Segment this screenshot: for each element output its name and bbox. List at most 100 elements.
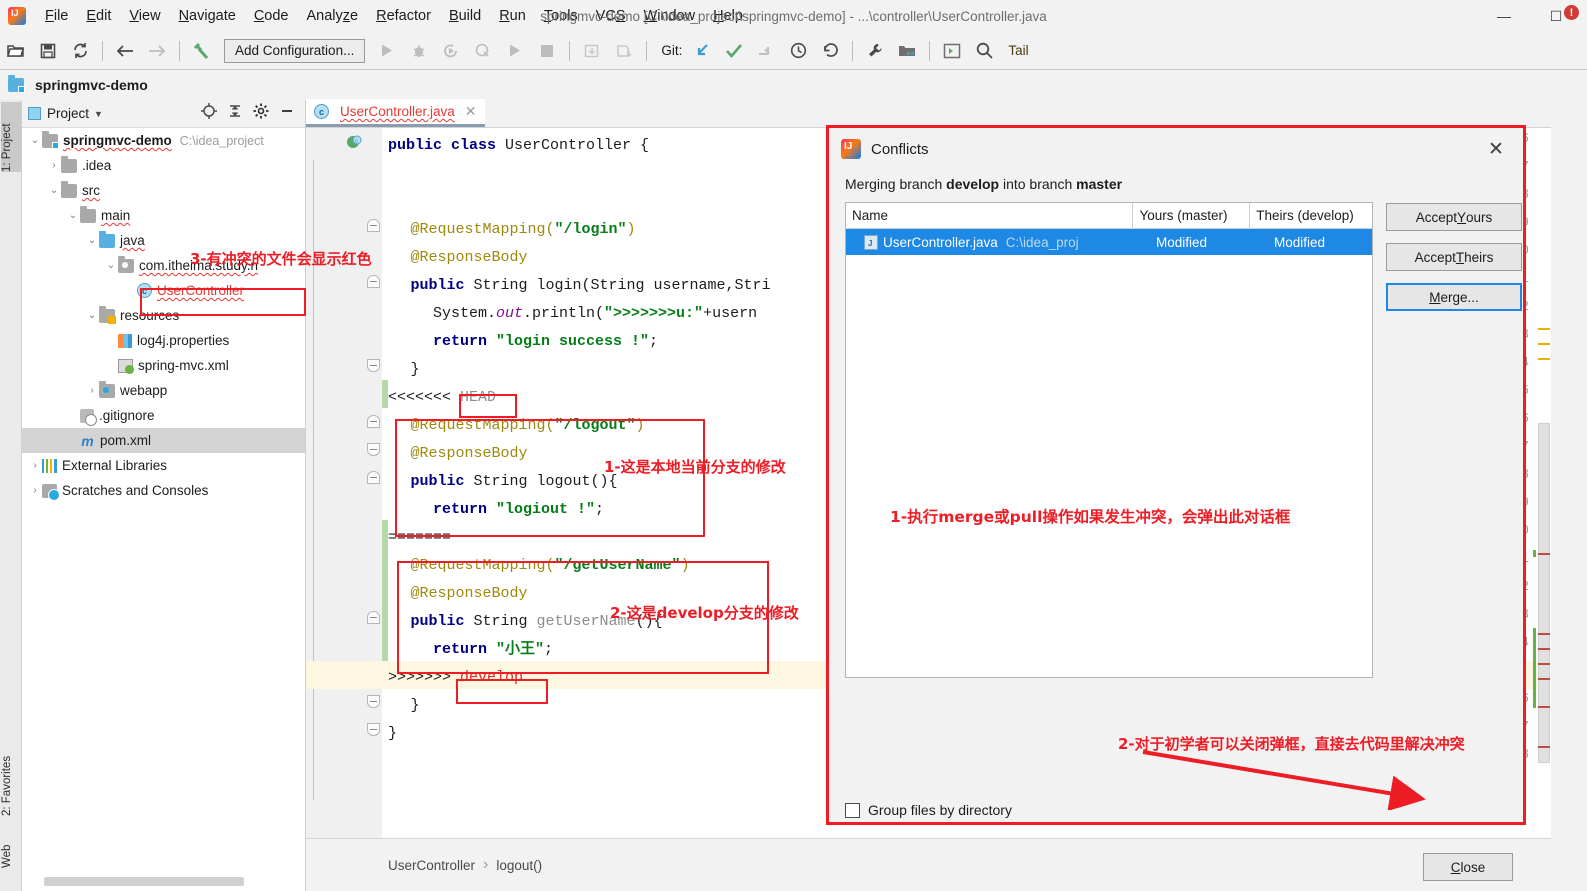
tree-item-resources[interactable]: ⌄ resources bbox=[22, 303, 305, 328]
back-arrow-icon[interactable] bbox=[112, 38, 138, 64]
navbar-project-name[interactable]: springmvc-demo bbox=[35, 77, 148, 93]
fold-marker[interactable] bbox=[367, 611, 380, 624]
editor-error-stripe[interactable] bbox=[1533, 128, 1551, 838]
group-files-by-directory-row[interactable]: Group files by directory bbox=[845, 802, 1012, 818]
dialog-title-bar: Conflicts ✕ bbox=[829, 128, 1523, 170]
tree-horizontal-scrollbar[interactable] bbox=[44, 877, 244, 886]
tail-label[interactable]: Tail bbox=[1008, 43, 1028, 58]
fold-marker[interactable] bbox=[367, 359, 380, 372]
fold-marker[interactable] bbox=[367, 471, 380, 484]
menu-view[interactable]: View bbox=[120, 5, 169, 27]
tail-window-icon[interactable] bbox=[939, 38, 965, 64]
menu-run[interactable]: Run bbox=[490, 5, 535, 27]
tree-item-springmvc-demo[interactable]: ⌄ springmvc-demo C:\idea_project bbox=[22, 128, 305, 153]
gear-icon[interactable] bbox=[253, 103, 269, 124]
menu-navigate[interactable]: Navigate bbox=[170, 5, 245, 27]
menu-refactor[interactable]: Refactor bbox=[367, 5, 440, 27]
sidebar-item-structure[interactable]: Structure bbox=[1, 878, 21, 891]
accept-yours-button[interactable]: Accept Yours bbox=[1386, 203, 1522, 231]
hide-icon[interactable] bbox=[279, 103, 295, 124]
tree-item-usercontroller[interactable]: c UserController bbox=[22, 278, 305, 303]
merge-button[interactable]: Merge... bbox=[1386, 283, 1522, 311]
code-token: ; bbox=[595, 501, 605, 518]
fold-marker[interactable] bbox=[367, 443, 380, 456]
project-structure-icon[interactable] bbox=[894, 38, 920, 64]
error-count-badge[interactable]: ! bbox=[1564, 5, 1579, 20]
chevron-down-icon[interactable]: ⌄ bbox=[85, 310, 99, 321]
close-icon[interactable]: ✕ bbox=[1481, 134, 1511, 164]
menu-vcs[interactable]: VCS bbox=[587, 5, 635, 27]
menu-edit[interactable]: Edit bbox=[77, 5, 120, 27]
tab-usercontroller-java[interactable]: c UserController.java ✕ bbox=[306, 99, 485, 127]
git-rollback-icon[interactable] bbox=[817, 38, 843, 64]
menu-window[interactable]: Window bbox=[635, 5, 705, 27]
project-tool-title[interactable]: Project bbox=[47, 106, 89, 121]
menu-analyze[interactable]: Analyze bbox=[298, 5, 368, 27]
tree-item--gitignore[interactable]: .gitignore bbox=[22, 403, 305, 428]
fold-marker[interactable] bbox=[367, 275, 380, 288]
collapse-all-icon[interactable] bbox=[227, 103, 243, 124]
chevron-down-icon[interactable]: ⌄ bbox=[66, 210, 80, 221]
tree-item-scratches-and-consoles[interactable]: › Scratches and Consoles bbox=[22, 478, 305, 503]
settings-wrench-icon[interactable] bbox=[862, 38, 888, 64]
close-icon[interactable]: ✕ bbox=[465, 103, 477, 120]
save-icon[interactable] bbox=[35, 38, 61, 64]
tree-item-pom-xml[interactable]: m pom.xml bbox=[22, 428, 305, 453]
chevron-right-icon[interactable]: › bbox=[85, 385, 99, 396]
tree-item-spring-mvc-xml[interactable]: spring-mvc.xml bbox=[22, 353, 305, 378]
tree-item-log4j-properties[interactable]: log4j.properties bbox=[22, 328, 305, 353]
tree-item--idea[interactable]: › .idea bbox=[22, 153, 305, 178]
menu-code[interactable]: Code bbox=[245, 5, 298, 27]
fold-marker[interactable] bbox=[367, 219, 380, 232]
column-header-name[interactable]: Name bbox=[846, 203, 1134, 228]
breadcrumb-class[interactable]: UserController bbox=[388, 858, 475, 873]
chevron-down-icon[interactable]: ▼ bbox=[94, 109, 103, 119]
chevron-down-icon[interactable]: ⌄ bbox=[28, 135, 42, 146]
close-button[interactable]: Close bbox=[1423, 853, 1513, 881]
run-class-gutter-icon[interactable]: c bbox=[346, 134, 362, 150]
open-folder-icon[interactable] bbox=[3, 38, 29, 64]
chevron-down-icon[interactable]: ⌄ bbox=[104, 260, 118, 271]
git-label: Git: bbox=[661, 43, 683, 58]
tree-item-external-libraries[interactable]: › External Libraries bbox=[22, 453, 305, 478]
chevron-down-icon[interactable]: ⌄ bbox=[85, 235, 99, 246]
git-history-icon[interactable] bbox=[785, 38, 811, 64]
breadcrumb-method[interactable]: logout() bbox=[496, 858, 542, 873]
code-token: } bbox=[410, 697, 420, 714]
column-header-yours[interactable]: Yours (master) bbox=[1133, 203, 1251, 228]
chevron-down-icon[interactable]: ⌄ bbox=[47, 185, 61, 196]
chevron-right-icon[interactable]: › bbox=[47, 160, 61, 171]
menu-help[interactable]: Help bbox=[704, 5, 752, 27]
sidebar-item-web[interactable]: Web bbox=[1, 824, 21, 868]
fold-marker[interactable] bbox=[367, 723, 380, 736]
editor-tab-label: UserController.java bbox=[340, 104, 455, 119]
code-token: +usern bbox=[703, 305, 758, 322]
build-hammer-icon[interactable] bbox=[189, 38, 215, 64]
run-configuration-selector[interactable]: Add Configuration... bbox=[224, 38, 366, 63]
group-files-checkbox[interactable] bbox=[845, 802, 860, 818]
chevron-right-icon[interactable]: › bbox=[28, 485, 42, 496]
minimize-button[interactable]: — bbox=[1481, 0, 1527, 32]
resources-folder-icon bbox=[99, 305, 116, 324]
fold-marker[interactable] bbox=[367, 695, 380, 708]
chevron-right-icon[interactable]: › bbox=[28, 460, 42, 471]
menu-file[interactable]: File bbox=[36, 5, 77, 27]
tree-item-webapp[interactable]: › webapp bbox=[22, 378, 305, 403]
column-header-theirs[interactable]: Theirs (develop) bbox=[1250, 203, 1372, 228]
git-update-icon[interactable] bbox=[689, 38, 715, 64]
target-icon[interactable] bbox=[201, 103, 217, 124]
accept-theirs-button[interactable]: Accept Theirs bbox=[1386, 243, 1522, 271]
conflicts-table[interactable]: Name Yours (master) Theirs (develop) Use… bbox=[845, 202, 1373, 678]
tree-item-main[interactable]: ⌄ main bbox=[22, 203, 305, 228]
tree-item-src[interactable]: ⌄ src bbox=[22, 178, 305, 203]
sidebar-item-project[interactable]: 1: Project bbox=[1, 102, 21, 172]
sidebar-item-favorites[interactable]: 2: Favorites bbox=[1, 730, 21, 816]
fold-marker[interactable] bbox=[367, 415, 380, 428]
sync-icon[interactable] bbox=[67, 38, 93, 64]
subtitle-prefix: Merging branch bbox=[845, 176, 947, 192]
menu-tools[interactable]: Tools bbox=[535, 5, 587, 27]
git-commit-icon[interactable] bbox=[721, 38, 747, 64]
search-icon[interactable] bbox=[971, 38, 997, 64]
menu-build[interactable]: Build bbox=[440, 5, 490, 27]
table-row[interactable]: UserController.java C:\idea_proje Modifi… bbox=[846, 229, 1372, 255]
